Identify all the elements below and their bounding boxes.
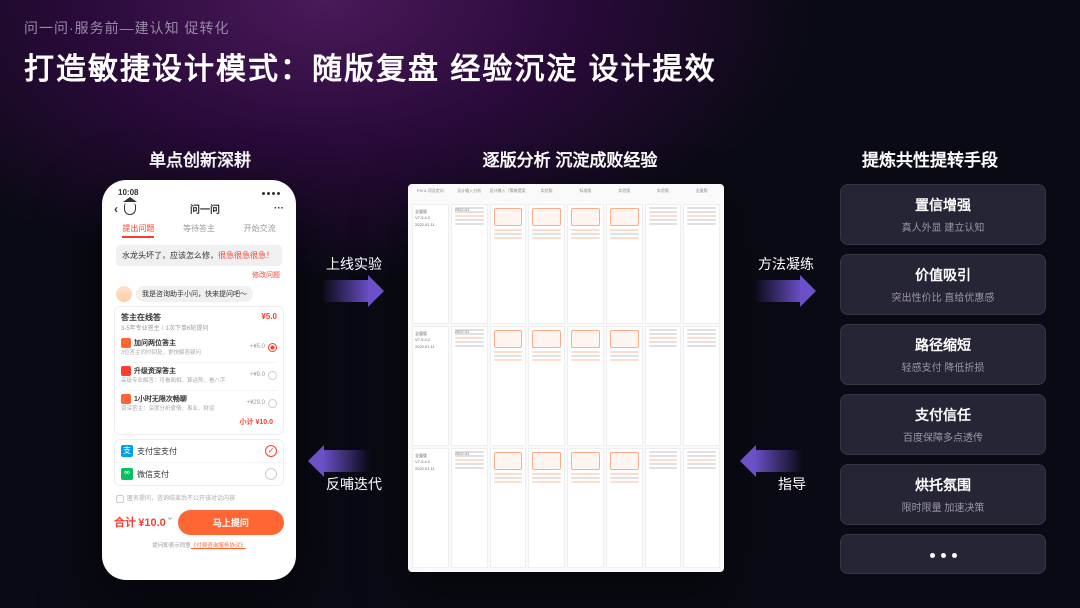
board-cell — [528, 448, 565, 568]
checkbox-icon — [116, 495, 124, 503]
board-cell — [606, 326, 643, 446]
assistant-avatar — [116, 286, 132, 302]
method-card: 置信增强真人外显 建立认知 — [840, 184, 1046, 245]
section-2-label: 逐版分析 沉淀成败经验 — [410, 146, 730, 171]
breadcrumb: 问一问·服务前—建认知 促转化 — [24, 18, 230, 38]
answer-card: 答主在线答¥5.0 3-5年专业答主｜1次下单6轮提问 加问两位答主3位答主同时… — [114, 306, 284, 435]
board-cell — [490, 448, 527, 568]
payment-card: 支支付宝支付 ✓ ⚮微信支付 — [114, 439, 284, 486]
board-cell — [683, 204, 720, 324]
method-card: 支付信任百度保障多点透传 — [840, 394, 1046, 455]
board-cell — [683, 326, 720, 446]
analysis-board: PM & 项设定向设计输入分析设计输入（策略提案）实验版标准版实验版实验版全量版… — [408, 184, 724, 572]
wechat-icon: ⚮ — [121, 468, 133, 480]
board-cell — [645, 326, 682, 446]
board-cell: 2022.01 — [451, 204, 488, 324]
pay-wechat[interactable]: ⚮微信支付 — [115, 463, 283, 485]
board-cell — [567, 204, 604, 324]
board-cell: 全量版V7-5.4.22022.01.11 — [412, 448, 449, 568]
radio-on-icon: ✓ — [265, 445, 277, 457]
board-cell — [606, 204, 643, 324]
board-cell: 2022.01 — [451, 326, 488, 446]
home-icon[interactable] — [124, 203, 136, 215]
tab-1[interactable]: 提出问题 — [122, 223, 154, 238]
arrow-experiment: 上线实验 — [322, 280, 370, 302]
pay-alipay[interactable]: 支支付宝支付 ✓ — [115, 440, 283, 463]
board-cell — [567, 326, 604, 446]
section-3-label: 提炼共性提转手段 — [830, 146, 1030, 171]
radio-off-icon — [265, 468, 277, 480]
assistant-bubble: 我是咨询助手小问，快来提问吧～ — [136, 286, 253, 302]
board-cell: 2022.01 — [451, 448, 488, 568]
option-icon — [121, 394, 131, 404]
board-cell — [490, 326, 527, 446]
alipay-icon: 支 — [121, 445, 133, 457]
radio-off-icon — [268, 399, 277, 408]
total-label: 合计 ¥10.0 ˇ — [114, 514, 172, 530]
more-icon[interactable]: ··· — [274, 203, 284, 214]
method-cards: 置信增强真人外显 建立认知价值吸引突出性价比 直给优惠感路径缩短轻感支付 降低折… — [840, 184, 1046, 574]
tab-2: 等待答主 — [183, 223, 215, 238]
addon-option[interactable]: 1小时无限次畅聊资深答主：深度分析爱情、事业、财运+¥29.0 — [121, 390, 277, 415]
arrow-refine: 方法凝练 — [754, 280, 802, 302]
tab-3: 开始交流 — [244, 223, 276, 238]
option-icon — [121, 338, 131, 348]
board-cell — [490, 204, 527, 324]
board-cell — [606, 448, 643, 568]
board-cell — [528, 326, 565, 446]
radio-off-icon — [268, 371, 277, 380]
method-card: 路径缩短轻感支付 降低折损 — [840, 324, 1046, 385]
section-1-label: 单点创新深耕 — [110, 146, 290, 171]
phone-mockup: 10:08 ‹ 问一问 ··· 提出问题 等待答主 开始交流 水龙头坏了，应该怎… — [102, 180, 296, 580]
more-card[interactable] — [840, 534, 1046, 574]
step-tabs: 提出问题 等待答主 开始交流 — [108, 220, 290, 241]
anonymous-row[interactable]: 匿名提问，咨询结束后不公开该对话内容 — [108, 490, 290, 505]
footnote: 提问即表示同意《付费咨询服务协议》 — [108, 539, 290, 549]
submit-button[interactable]: 马上提问 — [178, 510, 284, 535]
board-cell: 全量版V7-5.4.22022.01.11 — [412, 326, 449, 446]
board-cell: 全量版V7-5.4.22022.01.11 — [412, 204, 449, 324]
method-card: 价值吸引突出性价比 直给优惠感 — [840, 254, 1046, 315]
terms-link[interactable]: 《付费咨询服务协议》 — [191, 543, 246, 549]
back-icon[interactable]: ‹ — [114, 202, 118, 216]
arrow-guide: 指导 — [754, 450, 802, 472]
board-cell — [528, 204, 565, 324]
addon-option[interactable]: 升级资深答主高级专业解答：可看面相、算运势、看八字+¥9.0 — [121, 362, 277, 387]
page-title: 打造敏捷设计模式：随版复盘 经验沉淀 设计提效 — [24, 44, 717, 88]
method-card: 烘托氛围限时限量 加速决策 — [840, 464, 1046, 525]
board-cell — [645, 448, 682, 568]
status-icons — [260, 188, 280, 197]
board-cell — [567, 448, 604, 568]
app-title: 问一问 — [142, 201, 268, 216]
board-cell — [683, 448, 720, 568]
addon-option[interactable]: 加问两位答主3位答主同时回复，更快解答疑问+¥5.0 — [121, 335, 277, 359]
board-cell — [645, 204, 682, 324]
arrow-feedback: 反哺迭代 — [322, 450, 370, 472]
question-bubble: 水龙头坏了，应该怎么修，很急很急很急！ — [116, 245, 282, 266]
radio-on-icon — [268, 343, 277, 352]
option-icon — [121, 366, 131, 376]
modify-link[interactable]: 修改问题 — [108, 270, 290, 282]
